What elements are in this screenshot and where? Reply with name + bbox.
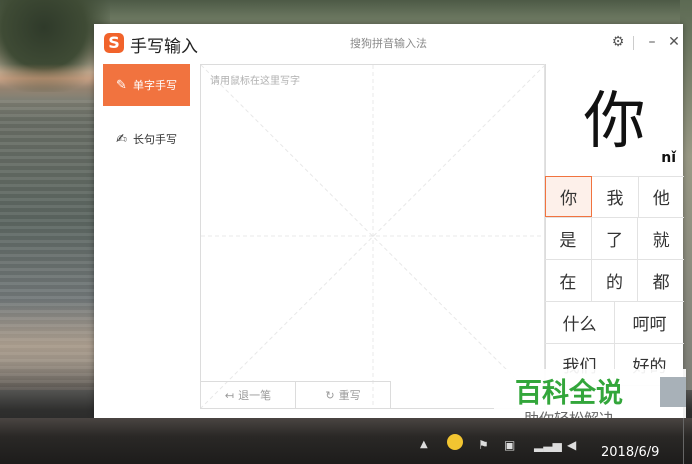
candidate-row: 你 我 他	[545, 176, 684, 218]
preview-character: 你	[583, 84, 646, 157]
watermark-title: 百科全说	[515, 378, 623, 409]
window-subtitle: 搜狗拼音输入法	[350, 37, 427, 50]
writing-pad[interactable]: 请用鼠标在这里写字 ↤ 退一笔 ↻ 重写	[200, 64, 546, 409]
undo-stroke-button[interactable]: ↤ 退一笔	[201, 382, 296, 408]
pad-guide-lines	[201, 65, 545, 408]
watermark-side-block	[660, 377, 686, 407]
pen-square-icon: ✎	[116, 77, 127, 93]
candidate-item[interactable]: 我	[592, 176, 639, 217]
character-preview: 你 nǐ	[545, 64, 684, 177]
sidebar-item-long-sentence[interactable]: ✍ 长句手写	[103, 118, 190, 160]
candidate-item[interactable]: 呵呵	[615, 302, 684, 343]
candidate-row: 什么 呵呵	[545, 302, 684, 344]
refresh-icon: ↻	[325, 388, 335, 402]
show-desktop-button[interactable]	[683, 418, 692, 464]
rewrite-button[interactable]: ↻ 重写	[296, 382, 391, 408]
rewrite-label: 重写	[338, 389, 361, 402]
flag-icon[interactable]: ⚑	[478, 436, 489, 454]
candidate-item[interactable]: 的	[592, 260, 639, 301]
candidate-item[interactable]: 他	[639, 176, 684, 217]
close-icon[interactable]: ✕	[664, 32, 684, 52]
titlebar-divider	[633, 36, 634, 50]
handwriting-input-window: S 手写输入 搜狗拼音输入法 ⚙ – ✕ ✎ 单字手写 ✍ 长句手写 请用鼠标在…	[94, 24, 684, 418]
show-hidden-icon[interactable]: ▲	[420, 436, 428, 454]
candidate-grid: 你 我 他 是 了 就 在 的 都 什么 呵呵 我们 好的	[545, 176, 684, 386]
minimize-icon[interactable]: –	[642, 32, 662, 52]
signal-icon[interactable]: ▂▃▅	[534, 436, 562, 454]
candidate-item[interactable]: 在	[545, 260, 592, 301]
volume-icon[interactable]: ◀	[567, 436, 576, 454]
sidebar-item-label: 长句手写	[132, 133, 177, 146]
undo-stroke-label: 退一笔	[238, 389, 272, 402]
candidate-item[interactable]: 了	[592, 218, 639, 259]
pen-lines-icon: ✍	[116, 131, 127, 147]
candidate-panel: 你 nǐ 你 我 他 是 了 就 在 的 都 什么 呵呵 我们 好的	[544, 64, 684, 418]
clock-date[interactable]: 2018/6/9	[601, 445, 659, 460]
candidate-row: 是 了 就	[545, 218, 684, 260]
candidate-item[interactable]: 什么	[545, 302, 615, 343]
candidate-item[interactable]: 就	[638, 218, 684, 259]
sidebar-item-label: 单字手写	[132, 79, 177, 92]
taskbar: ▲ ⚑ ▣ ▂▃▅ ◀ 2018/6/9	[0, 418, 692, 464]
preview-pinyin: nǐ	[661, 150, 676, 166]
titlebar[interactable]: S 手写输入 搜狗拼音输入法 ⚙ – ✕	[94, 24, 683, 62]
network-icon[interactable]: ▣	[504, 436, 515, 454]
gear-icon[interactable]: ⚙	[608, 32, 628, 52]
candidate-item[interactable]: 你	[545, 176, 593, 217]
pad-placeholder: 请用鼠标在这里写字	[210, 76, 300, 87]
candidate-row: 在 的 都	[545, 260, 684, 302]
qq-icon[interactable]	[447, 434, 463, 450]
candidate-item[interactable]: 是	[545, 218, 592, 259]
pad-toolbar: ↤ 退一笔 ↻ 重写	[201, 381, 391, 408]
candidate-item[interactable]: 都	[638, 260, 684, 301]
sidebar-item-single-char[interactable]: ✎ 单字手写	[103, 64, 190, 106]
undo-arrow-icon: ↤	[224, 388, 235, 402]
